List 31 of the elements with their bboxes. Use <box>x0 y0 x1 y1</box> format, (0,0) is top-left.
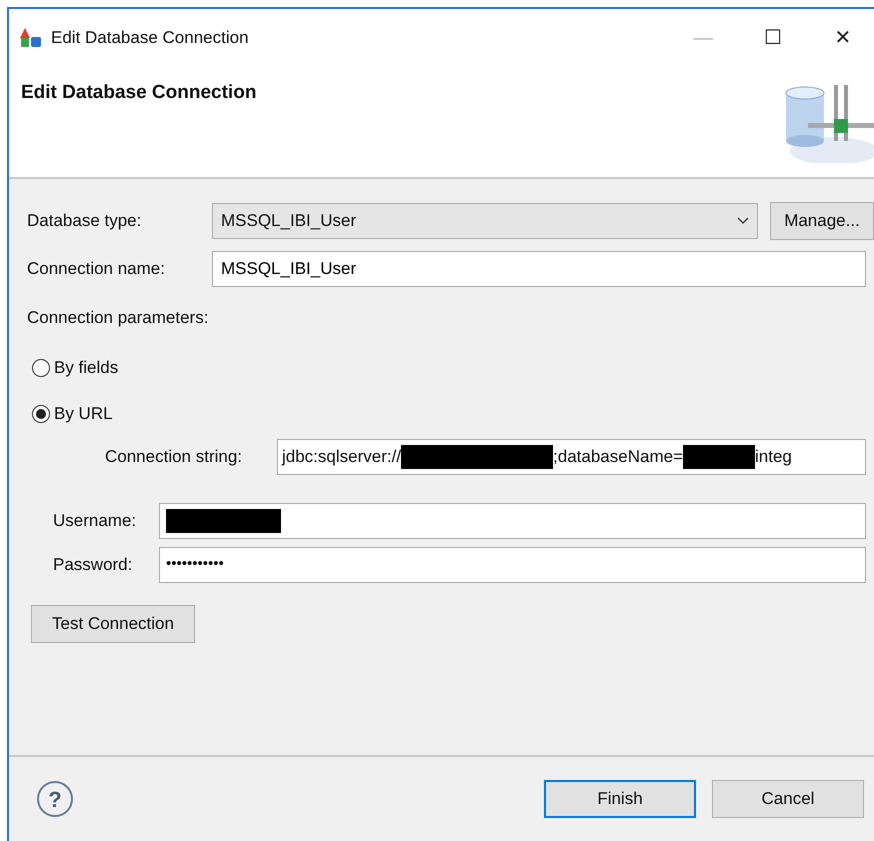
field-label: Username: <box>53 510 138 532</box>
radio-label[interactable]: By URL <box>54 400 113 426</box>
field-label: Connection string: <box>105 446 244 468</box>
username-field[interactable] <box>159 502 866 538</box>
close-button[interactable]: ✕ <box>808 22 874 54</box>
manage-button[interactable]: Manage... <box>770 202 874 240</box>
field-text: jdbc:sqlserver:// <box>282 446 402 468</box>
database-type-dropdown[interactable]: MSSQL_IBI_User <box>212 203 758 239</box>
maximize-button[interactable]: ☐ <box>738 22 808 54</box>
redaction-bar <box>683 444 755 468</box>
help-icon[interactable]: ? <box>37 781 73 817</box>
radio-button[interactable] <box>32 404 50 422</box>
field-label: Database type: <box>27 210 142 232</box>
connection-name-field[interactable]: MSSQL_IBI_User <box>212 251 866 287</box>
finish-button[interactable]: Finish <box>544 780 696 818</box>
section-label: Connection parameters: <box>27 307 210 329</box>
field-text: ;databaseName= <box>553 446 683 468</box>
password-dots: ••••••••••• <box>166 554 224 574</box>
test-connection-button[interactable]: Test Connection <box>31 604 195 642</box>
field-label: Password: <box>53 554 134 576</box>
cancel-button[interactable]: Cancel <box>712 780 864 818</box>
radio-label[interactable]: By fields <box>54 354 118 380</box>
app-icon <box>19 27 43 49</box>
radio-button[interactable] <box>32 358 50 376</box>
chevron-down-icon <box>737 217 749 225</box>
connection-string-field[interactable]: jdbc:sqlserver:// ;databaseName= integ <box>277 438 866 474</box>
page-heading: Edit Database Connection <box>21 81 256 105</box>
window-title: Edit Database Connection <box>51 27 249 50</box>
field-label: Connection name: <box>27 258 166 280</box>
password-field[interactable]: ••••••••••• <box>159 546 866 582</box>
field-text: integ <box>755 446 792 468</box>
